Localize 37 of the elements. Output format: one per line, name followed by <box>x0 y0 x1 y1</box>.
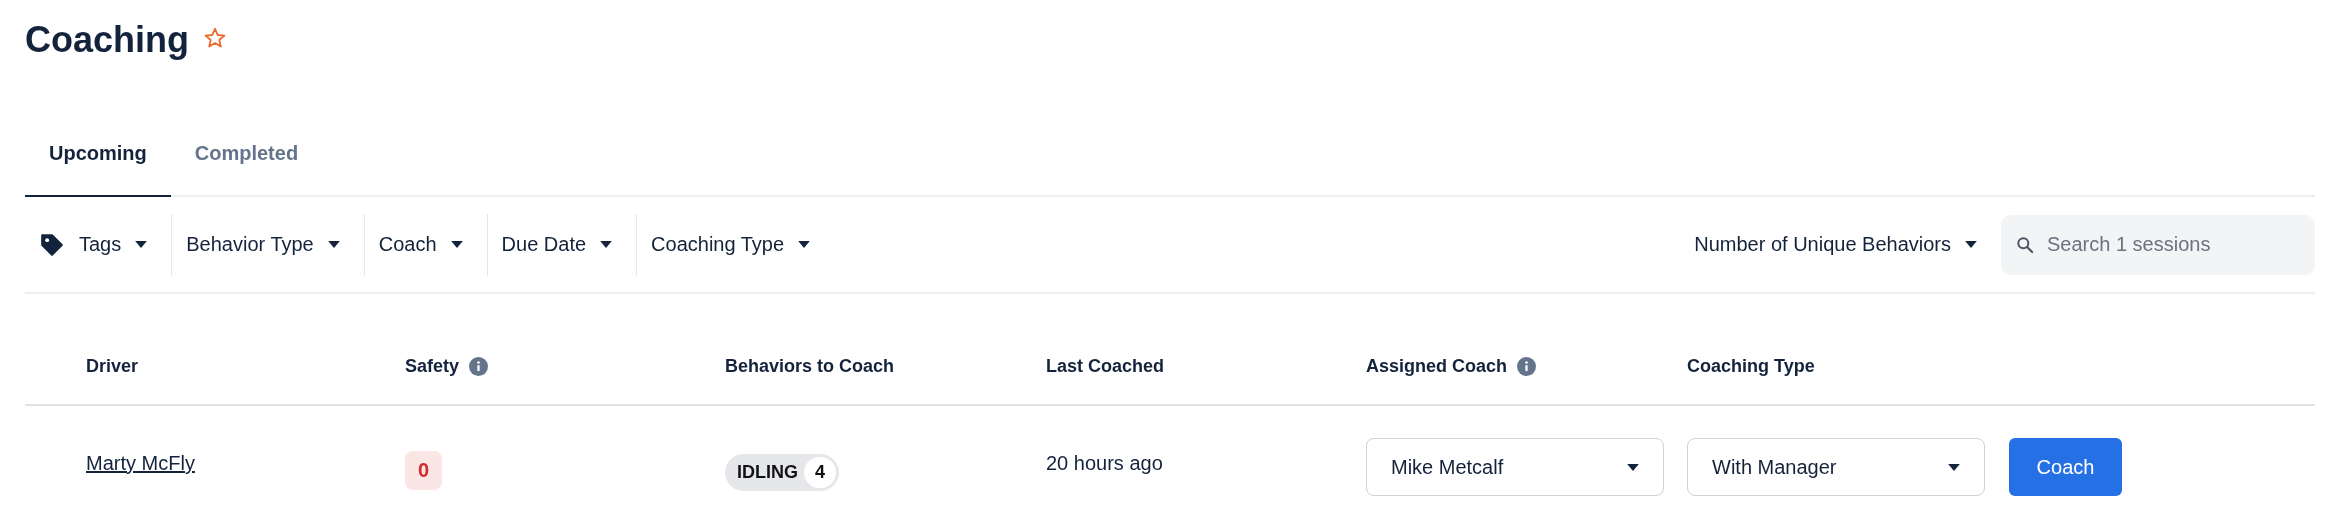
caret-icon <box>450 241 463 248</box>
column-header: Behaviors to Coach <box>725 356 895 377</box>
behavior-tag: IDLING 4 <box>725 454 839 491</box>
column-header: Driver <box>86 356 139 377</box>
tag-icon <box>39 231 65 258</box>
caret-icon <box>327 241 340 248</box>
page-title: Coaching <box>25 19 189 61</box>
info-icon[interactable] <box>469 357 489 376</box>
safety-score: 0 <box>405 451 443 490</box>
sort-dropdown[interactable]: Number of Unique Behaviors <box>1680 213 2001 276</box>
filter-dropdown[interactable]: Tags <box>25 213 173 276</box>
tab[interactable]: Upcoming <box>25 116 171 197</box>
coach-button[interactable]: Coach <box>2009 438 2122 496</box>
caret-icon <box>135 241 148 248</box>
last-coached-text: 20 hours ago <box>1046 451 1163 475</box>
column-header: Assigned Coach <box>1366 356 1508 377</box>
search-input[interactable]: Search 1 sessions <box>2045 232 2299 257</box>
column-header: Last Coached <box>1046 356 1165 377</box>
tab[interactable]: Completed <box>170 116 323 197</box>
column-header: Safety <box>405 356 460 377</box>
column-header: Coaching Type <box>1687 356 1815 377</box>
driver-link[interactable]: Marty McFly <box>86 438 195 475</box>
coaching-type-select[interactable]: With Manager <box>1687 438 1985 496</box>
filter-dropdown[interactable]: Coaching Type <box>637 213 835 276</box>
search-field[interactable]: Search 1 sessions <box>2001 214 2315 275</box>
filter-dropdown[interactable]: Behavior Type <box>172 213 365 276</box>
caret-icon <box>1965 241 1977 248</box>
info-icon[interactable] <box>1517 357 1537 376</box>
filter-dropdown[interactable]: Coach <box>364 213 488 276</box>
coach-select[interactable]: Mike Metcalf <box>1366 438 1664 496</box>
star-icon[interactable] <box>203 26 227 50</box>
caret-icon <box>798 241 811 248</box>
search-icon <box>2015 234 2035 255</box>
filter-dropdown[interactable]: Due Date <box>487 213 638 276</box>
caret-icon <box>1948 463 1960 471</box>
caret-icon <box>600 241 613 248</box>
caret-icon <box>1627 463 1639 471</box>
